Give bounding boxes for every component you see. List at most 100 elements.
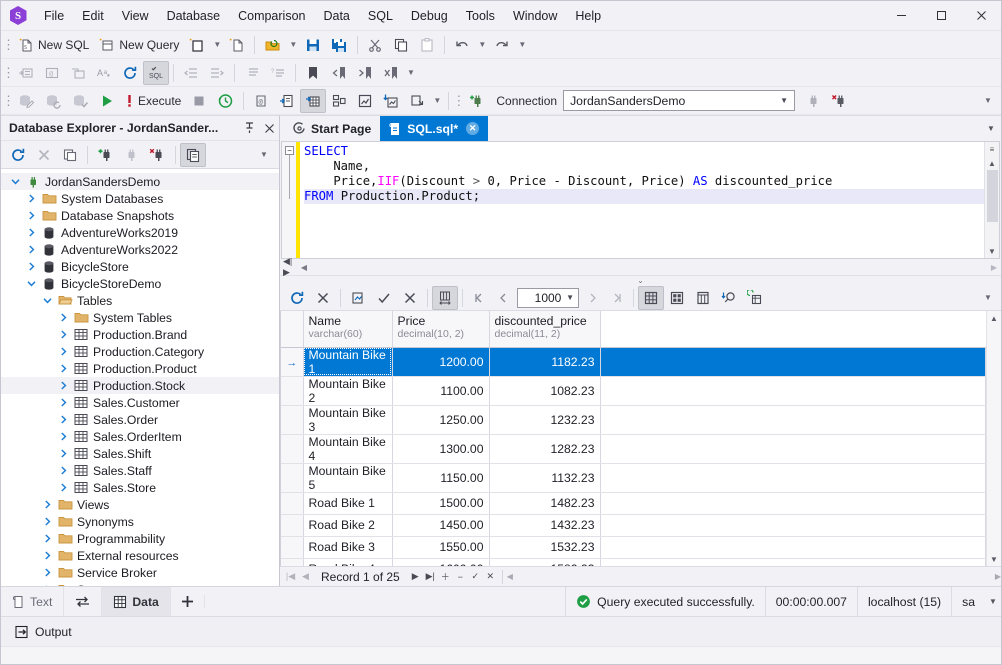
cell-price[interactable]: 1100.00 bbox=[392, 376, 489, 405]
edit-connection-button[interactable] bbox=[13, 89, 40, 113]
table-row[interactable]: →Mountain Bike 11200.001182.23 bbox=[281, 347, 986, 376]
refresh-connection-button[interactable] bbox=[40, 89, 67, 113]
tree-node-production-product[interactable]: Production.Product bbox=[1, 360, 279, 377]
chevron-right-icon[interactable] bbox=[23, 211, 39, 220]
cell-name[interactable]: Road Bike 3 bbox=[303, 536, 392, 558]
tree-node-sales-store[interactable]: Sales.Store bbox=[1, 479, 279, 496]
editor-split-handle[interactable]: ≡ bbox=[985, 142, 999, 156]
menu-window[interactable]: Window bbox=[504, 4, 566, 28]
execute-options-dropdown[interactable]: ▼ bbox=[430, 89, 444, 113]
row-marker-cell[interactable] bbox=[281, 405, 303, 434]
cell-discounted-price[interactable]: 1232.23 bbox=[489, 405, 600, 434]
chevron-right-icon[interactable] bbox=[39, 568, 55, 577]
explorer-overflow-dropdown[interactable]: ▼ bbox=[257, 143, 271, 167]
toolbar-grip-3[interactable] bbox=[3, 91, 13, 111]
chevron-right-icon[interactable] bbox=[39, 500, 55, 509]
row-marker-cell[interactable]: → bbox=[281, 347, 303, 376]
connection-combobox[interactable]: JordanSandersDemo ▼ bbox=[563, 90, 795, 111]
tree-node-production-brand[interactable]: Production.Brand bbox=[1, 326, 279, 343]
chevron-right-icon[interactable] bbox=[55, 432, 71, 441]
cell-name[interactable]: Mountain Bike 2 bbox=[303, 376, 392, 405]
run-button[interactable] bbox=[94, 89, 120, 113]
grid-hscroll-right-icon[interactable]: ▶ bbox=[995, 572, 1001, 581]
row-marker-cell[interactable] bbox=[281, 434, 303, 463]
next-bookmark-button[interactable] bbox=[352, 61, 378, 85]
uncomment-lines-button[interactable]: ? bbox=[265, 61, 291, 85]
new-connection-button[interactable] bbox=[463, 89, 490, 113]
close-connection-button[interactable] bbox=[826, 89, 853, 113]
toolbar-grip[interactable] bbox=[3, 35, 13, 55]
chevron-right-icon[interactable] bbox=[55, 330, 71, 339]
format-sql-button[interactable]: SQL bbox=[143, 61, 169, 85]
grid-column-header-price[interactable]: Price decimal(10, 2) bbox=[392, 311, 489, 347]
menu-sql[interactable]: SQL bbox=[359, 4, 402, 28]
grid-horizontal-scrollbar[interactable]: ◀▶ bbox=[507, 571, 1001, 583]
cell-price[interactable]: 1550.00 bbox=[392, 536, 489, 558]
redo-button[interactable] bbox=[489, 33, 515, 57]
database-tree[interactable]: JordanSandersDemoSystem DatabasesDatabas… bbox=[1, 169, 279, 586]
code-completion-button[interactable] bbox=[13, 61, 39, 85]
code-line[interactable]: Price,IIF(Discount > 0, Price - Discount… bbox=[304, 174, 984, 189]
bottom-tab-add-button[interactable] bbox=[171, 595, 205, 608]
table-row[interactable]: Mountain Bike 21100.001082.23 bbox=[281, 376, 986, 405]
tree-node-tables[interactable]: Tables bbox=[1, 292, 279, 309]
comment-lines-button[interactable] bbox=[239, 61, 265, 85]
menu-data[interactable]: Data bbox=[314, 4, 358, 28]
grid-vertical-scrollbar[interactable]: ▲ ▼ bbox=[986, 311, 1001, 566]
table-row[interactable]: Mountain Bike 41300.001282.23 bbox=[281, 434, 986, 463]
save-all-button[interactable] bbox=[326, 33, 353, 57]
undo-dropdown[interactable]: ▼ bbox=[475, 33, 489, 57]
change-case-button[interactable]: Aa bbox=[91, 61, 117, 85]
chevron-right-icon[interactable] bbox=[23, 262, 39, 271]
explorer-pin-button[interactable] bbox=[239, 117, 259, 139]
sql-editor-text[interactable]: SELECT Name, Price,IIF(Discount > 0, Pri… bbox=[300, 142, 984, 258]
fold-collapse-icon[interactable]: − bbox=[285, 146, 294, 155]
minimize-button[interactable] bbox=[881, 1, 921, 31]
row-marker-cell[interactable] bbox=[281, 492, 303, 514]
cell-name[interactable]: Mountain Bike 3 bbox=[303, 405, 392, 434]
editor-hscroll-right-icon[interactable]: ▶ bbox=[987, 263, 1001, 272]
commit-button[interactable] bbox=[371, 286, 397, 310]
grid-view-button[interactable] bbox=[638, 286, 664, 310]
menu-database[interactable]: Database bbox=[158, 4, 230, 28]
explorer-refresh-button[interactable] bbox=[5, 143, 31, 167]
new-blank-file-button[interactable] bbox=[224, 33, 250, 57]
last-page-button[interactable] bbox=[605, 286, 629, 310]
toolbar-grip-4[interactable] bbox=[453, 91, 463, 111]
cell-price[interactable]: 1150.00 bbox=[392, 463, 489, 492]
table-row[interactable]: Road Bike 31550.001532.23 bbox=[281, 536, 986, 558]
tree-node-bicyclestoredemo[interactable]: BicycleStoreDemo bbox=[1, 275, 279, 292]
cell-discounted-price[interactable]: 1182.23 bbox=[489, 347, 600, 376]
output-panel-tab[interactable]: Output bbox=[1, 616, 1001, 646]
chevron-right-icon[interactable] bbox=[55, 313, 71, 322]
cell-price[interactable]: 1300.00 bbox=[392, 434, 489, 463]
editor-horizontal-scrollbar[interactable]: ◀|▶ ◀ ▶ bbox=[280, 259, 1001, 276]
card-view-button[interactable] bbox=[664, 286, 690, 310]
chevron-right-icon[interactable] bbox=[55, 364, 71, 373]
cell-discounted-price[interactable]: 1132.23 bbox=[489, 463, 600, 492]
table-row[interactable]: Mountain Bike 51150.001132.23 bbox=[281, 463, 986, 492]
record-cancel-button[interactable]: ✕ bbox=[483, 568, 498, 586]
table-row[interactable]: Road Bike 11500.001482.23 bbox=[281, 492, 986, 514]
validate-connection-button[interactable] bbox=[67, 89, 94, 113]
tree-node-views[interactable]: Views bbox=[1, 496, 279, 513]
bookmarks-dropdown[interactable]: ▼ bbox=[404, 61, 418, 85]
results-toolbar-overflow-dropdown[interactable]: ▼ bbox=[981, 286, 995, 310]
insert-parameter-button[interactable]: @ bbox=[39, 61, 65, 85]
connection-dropdown-chevron-icon[interactable]: ▼ bbox=[780, 96, 788, 105]
cell-name[interactable]: Road Bike 2 bbox=[303, 514, 392, 536]
cell-price[interactable]: 1250.00 bbox=[392, 405, 489, 434]
clear-bookmarks-button[interactable] bbox=[378, 61, 404, 85]
code-line[interactable]: Name, bbox=[304, 159, 984, 174]
save-button[interactable] bbox=[300, 33, 326, 57]
tree-node-bicyclestore[interactable]: BicycleStore bbox=[1, 258, 279, 275]
tree-node-external-resources[interactable]: External resources bbox=[1, 547, 279, 564]
find-data-button[interactable] bbox=[716, 286, 742, 310]
toggle-bookmark-button[interactable] bbox=[300, 61, 326, 85]
editor-scroll-down-arrow-icon[interactable]: ▼ bbox=[985, 244, 999, 258]
grid-corner-cell[interactable] bbox=[281, 311, 303, 347]
tree-node-system-tables[interactable]: System Tables bbox=[1, 309, 279, 326]
cell-name[interactable]: Mountain Bike 1 bbox=[303, 347, 392, 376]
chevron-down-icon[interactable] bbox=[7, 177, 23, 186]
tree-node-adventureworks2022[interactable]: AdventureWorks2022 bbox=[1, 241, 279, 258]
